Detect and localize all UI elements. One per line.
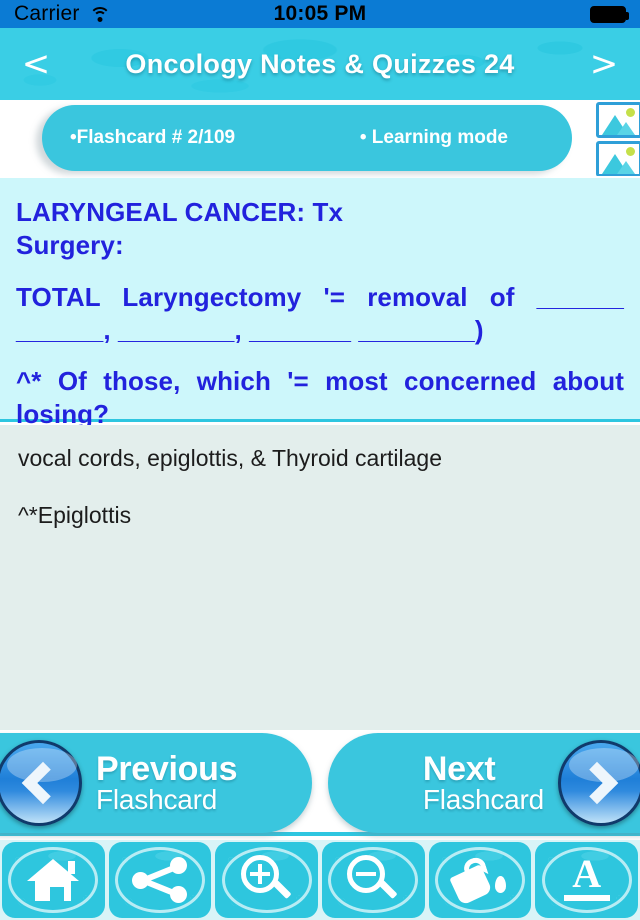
picture-icon[interactable] bbox=[596, 141, 640, 176]
next-subtitle: Flashcard bbox=[422, 784, 544, 815]
chevron-left-icon bbox=[0, 740, 82, 826]
picture-icon[interactable] bbox=[596, 102, 640, 138]
question-line-1: LARYNGEAL CANCER: Tx bbox=[16, 197, 344, 227]
header-forward-button[interactable]: > bbox=[568, 28, 640, 100]
zoom-out-button[interactable] bbox=[322, 842, 425, 918]
question-line-3: TOTAL Laryngectomy '= removal of ______ … bbox=[16, 281, 624, 345]
previous-subtitle: Flashcard bbox=[96, 784, 218, 815]
answer-panel: vocal cords, epiglottis, & Thyroid carti… bbox=[0, 425, 640, 730]
question-text: LARYNGEAL CANCER: Tx Surgery: TOTAL Lary… bbox=[16, 196, 624, 432]
share-button[interactable] bbox=[108, 842, 212, 918]
question-line-2: Surgery: bbox=[16, 230, 124, 261]
bottom-toolbar: A bbox=[0, 840, 640, 920]
next-title: Next bbox=[422, 750, 496, 788]
font-button[interactable]: A bbox=[535, 842, 639, 918]
question-spacer bbox=[16, 263, 624, 281]
flashcard-info-pill[interactable]: •Flashcard # 2/109 • Learning mode bbox=[42, 105, 572, 171]
previous-flashcard-label: Previous Flashcard bbox=[96, 750, 238, 815]
flashcard-nav-bar: Previous Flashcard Next Flashcard bbox=[0, 730, 640, 836]
font-size-icon: A bbox=[562, 854, 612, 904]
next-flashcard-button[interactable]: Next Flashcard bbox=[328, 733, 640, 833]
previous-title: Previous bbox=[96, 750, 238, 788]
question-panel: LARYNGEAL CANCER: Tx Surgery: TOTAL Lary… bbox=[0, 178, 640, 429]
answer-line-2: ^*Epiglottis bbox=[18, 502, 132, 529]
zoom-out-icon bbox=[347, 855, 399, 905]
paint-bucket-icon bbox=[449, 855, 508, 906]
learning-mode-label: • Learning mode bbox=[359, 127, 508, 148]
status-bar: Carrier 10:05 PM bbox=[0, 0, 640, 28]
flashcard-info-bar: •Flashcard # 2/109 • Learning mode bbox=[0, 100, 640, 178]
status-bar-right bbox=[590, 5, 629, 23]
home-icon bbox=[27, 859, 80, 901]
previous-flashcard-button[interactable]: Previous Flashcard bbox=[0, 733, 312, 833]
zoom-in-button[interactable] bbox=[215, 842, 319, 918]
answer-text: vocal cords, epiglottis, & Thyroid carti… bbox=[18, 443, 622, 531]
home-button[interactable] bbox=[2, 842, 105, 918]
picture-icon-stack[interactable] bbox=[596, 102, 640, 176]
flashcard-counter-label: •Flashcard # 2/109 bbox=[70, 127, 236, 148]
background-color-button[interactable] bbox=[428, 842, 532, 918]
zoom-in-icon bbox=[240, 855, 293, 905]
app-root: Carrier 10:05 PM < Oncology Notes & Quiz… bbox=[0, 0, 640, 920]
page-title: Oncology Notes & Quizzes 24 bbox=[125, 48, 515, 79]
question-line-4: ^* Of those, which '= most concerned abo… bbox=[16, 366, 624, 430]
chevron-right-icon bbox=[558, 740, 640, 826]
answer-line-1: vocal cords, epiglottis, & Thyroid carti… bbox=[18, 445, 442, 471]
header-back-button[interactable]: < bbox=[0, 28, 72, 100]
next-flashcard-label: Next Flashcard bbox=[423, 752, 544, 814]
share-icon bbox=[132, 857, 188, 903]
app-header: < Oncology Notes & Quizzes 24 > bbox=[0, 28, 640, 100]
status-bar-clock: 10:05 PM bbox=[273, 2, 367, 25]
battery-full-icon bbox=[590, 5, 629, 23]
question-spacer bbox=[16, 347, 624, 365]
